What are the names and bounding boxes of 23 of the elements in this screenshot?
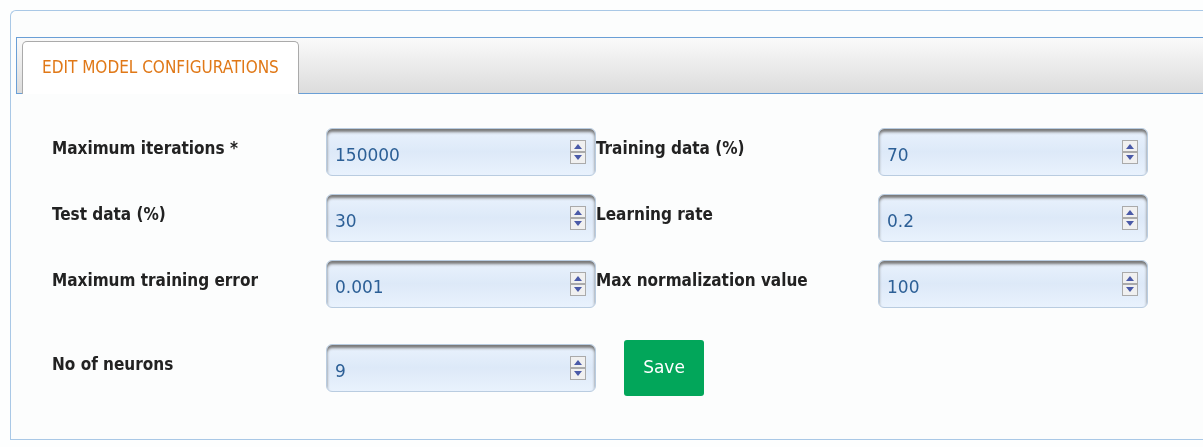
spinner-icon[interactable] (1122, 272, 1138, 296)
tab[interactable]: EDIT MODEL CONFIGURATIONS (22, 41, 299, 94)
field-label: Maximum iterations * (52, 137, 239, 161)
number-field[interactable]: 0.001 (326, 260, 596, 308)
number-field[interactable]: 70 (878, 128, 1148, 176)
number-field[interactable]: 150000 (326, 128, 596, 176)
spinner-icon[interactable] (570, 356, 586, 380)
field-label: Test data (%) (52, 203, 167, 227)
spinner-icon[interactable] (570, 272, 586, 296)
field-label: Max normalization value (596, 269, 809, 293)
save-button[interactable]: Save (624, 340, 704, 396)
spinner-icon[interactable] (570, 140, 586, 164)
field-label: Learning rate (596, 203, 714, 227)
field-label: Training data (%) (596, 137, 746, 161)
number-field[interactable]: 100 (878, 260, 1148, 308)
number-field[interactable]: 30 (326, 194, 596, 242)
spinner-icon[interactable] (570, 206, 586, 230)
field-label: Maximum training error (52, 269, 259, 293)
spinner-icon[interactable] (1122, 206, 1138, 230)
number-field[interactable]: 9 (326, 344, 596, 392)
field-label: No of neurons (52, 353, 175, 377)
number-field[interactable]: 0.2 (878, 194, 1148, 242)
spinner-icon[interactable] (1122, 140, 1138, 164)
